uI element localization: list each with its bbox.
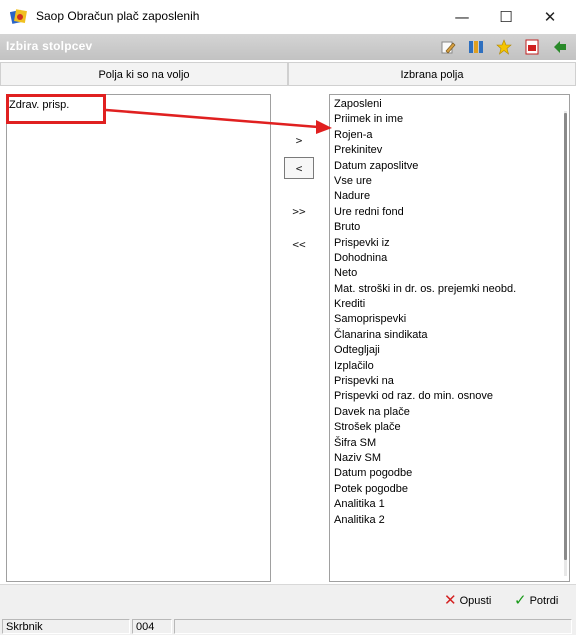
cancel-button[interactable]: ✕ Opusti xyxy=(444,592,492,609)
list-item[interactable]: Davek na plače xyxy=(332,405,516,420)
maximize-button[interactable]: ☐ xyxy=(484,4,528,30)
list-item[interactable]: Rojen-a xyxy=(332,128,516,143)
status-user: Skrbnik xyxy=(2,619,130,634)
cancel-icon: ✕ xyxy=(444,592,457,609)
exit-icon[interactable] xyxy=(552,39,568,55)
list-item[interactable]: Bruto xyxy=(332,220,516,235)
list-item[interactable]: Dohodnina xyxy=(332,251,516,266)
status-code: 004 xyxy=(132,619,172,634)
remove-field-button[interactable]: < xyxy=(284,157,314,179)
list-item[interactable]: Datum pogodbe xyxy=(332,466,516,481)
list-item[interactable]: Izplačilo xyxy=(332,359,516,374)
list-item[interactable]: Ure redni fond xyxy=(332,205,516,220)
available-fields-list[interactable]: Zdrav. prisp. xyxy=(6,94,271,582)
section-header: Izbira stolpcev xyxy=(0,34,576,60)
minimize-button[interactable]: — xyxy=(440,4,484,30)
list-item[interactable]: Članarina sindikata xyxy=(332,328,516,343)
list-item[interactable]: Naziv SM xyxy=(332,451,516,466)
list-item[interactable]: Samoprispevki xyxy=(332,312,516,327)
star-icon[interactable] xyxy=(496,39,512,55)
add-field-button[interactable]: > xyxy=(284,130,314,152)
scrollbar-thumb[interactable] xyxy=(564,113,567,560)
list-item[interactable]: Mat. stroški in dr. os. prejemki neobd. xyxy=(332,282,516,297)
list-item[interactable]: Analitika 1 xyxy=(332,497,516,512)
dialog-footer: ✕ Opusti ✓ Potrdi xyxy=(0,584,576,618)
status-message xyxy=(174,619,572,634)
list-item[interactable]: Analitika 2 xyxy=(332,513,516,528)
confirm-button[interactable]: ✓ Potrdi xyxy=(514,592,559,609)
check-icon: ✓ xyxy=(514,592,527,609)
add-all-button[interactable]: >> xyxy=(284,201,314,223)
list-item[interactable]: Priimek in ime xyxy=(332,112,516,127)
list-item[interactable]: Vse ure xyxy=(332,174,516,189)
selected-fields-items: Zaposleni Priimek in ime Rojen-a Prekinitev… xyxy=(332,97,516,528)
pdf-icon[interactable] xyxy=(524,39,540,55)
list-item[interactable]: Prekinitev xyxy=(332,143,516,158)
list-item[interactable]: Prispevki na xyxy=(332,374,516,389)
annotation-highlight-box xyxy=(6,94,106,124)
window-title: Saop Obračun plač zaposlenih xyxy=(36,9,200,23)
list-item[interactable]: Prispevki iz xyxy=(332,236,516,251)
selected-fields-label: Izbrana polja xyxy=(400,69,464,81)
list-item[interactable]: Krediti xyxy=(332,297,516,312)
available-fields-label: Polja ki so na voljo xyxy=(98,69,190,81)
list-item[interactable]: Šifra SM xyxy=(332,436,516,451)
columns-icon[interactable] xyxy=(468,39,484,55)
list-item[interactable]: Strošek plače xyxy=(332,420,516,435)
confirm-label: Potrdi xyxy=(529,595,559,607)
cancel-label: Opusti xyxy=(459,595,492,607)
section-title: Izbira stolpcev xyxy=(6,39,93,53)
list-item[interactable]: Datum zaposlitve xyxy=(332,159,516,174)
list-item[interactable]: Nadure xyxy=(332,189,516,204)
close-button[interactable]: ✕ xyxy=(528,4,572,30)
selected-fields-header: Izbrana polja xyxy=(288,62,576,86)
remove-all-button[interactable]: << xyxy=(284,234,314,256)
status-bar: Skrbnik 004 xyxy=(0,618,576,635)
list-item[interactable]: Prispevki od raz. do min. osnove xyxy=(332,389,516,404)
title-bar: Saop Obračun plač zaposlenih — ☐ ✕ xyxy=(0,0,576,34)
edit-icon[interactable] xyxy=(440,39,456,55)
list-item[interactable]: Potek pogodbe xyxy=(332,482,516,497)
list-item[interactable]: Zaposleni xyxy=(332,97,516,112)
list-item[interactable]: Neto xyxy=(332,266,516,281)
selected-fields-list[interactable]: Zaposleni Priimek in ime Rojen-a Prekinitev… xyxy=(329,94,570,582)
list-item[interactable]: Odtegljaji xyxy=(332,343,516,358)
app-icon xyxy=(10,9,27,24)
available-fields-header: Polja ki so na voljo xyxy=(0,62,288,86)
